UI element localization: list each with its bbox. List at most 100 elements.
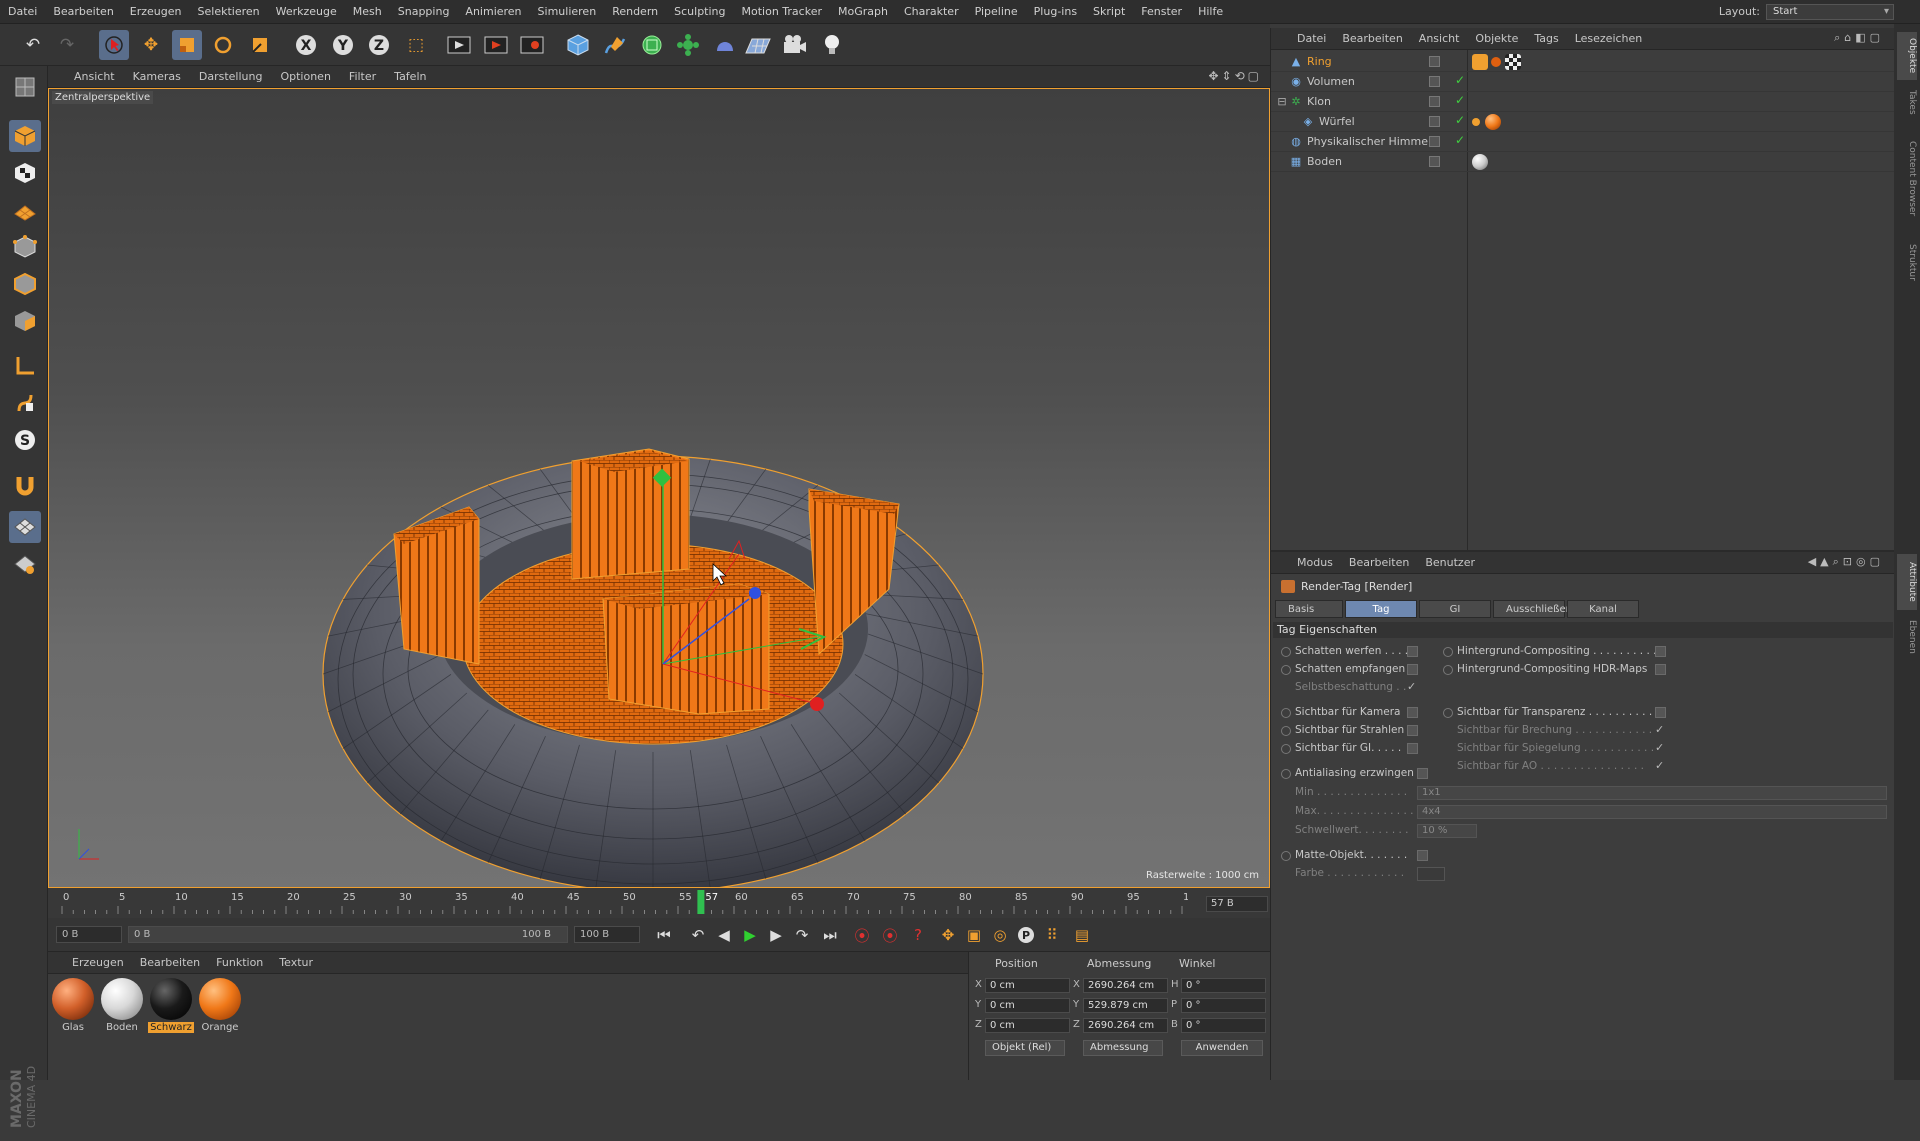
enabled-check-icon[interactable]: ✓ <box>1455 133 1465 147</box>
menu-hilfe[interactable]: Hilfe <box>1190 5 1231 18</box>
visibility-toggle[interactable] <box>1429 156 1440 167</box>
menu-bearbeiten[interactable]: Bearbeiten <box>45 5 121 18</box>
deformer-icon[interactable] <box>710 30 740 60</box>
texture-tag-icon[interactable] <box>1505 54 1521 70</box>
model-mode-icon[interactable] <box>9 120 41 152</box>
strip-tab-takes[interactable]: Takes <box>1897 84 1917 120</box>
seen-by-ao-checkbox[interactable]: ✓ <box>1655 759 1664 772</box>
object-row-boden[interactable]: ▦ Boden <box>1271 152 1895 172</box>
subdivision-icon[interactable] <box>637 30 667 60</box>
phong-tag-icon[interactable] <box>1491 57 1501 67</box>
enabled-check-icon[interactable]: ✓ <box>1455 93 1465 107</box>
strip-tab-objekte[interactable]: Objekte <box>1897 32 1917 80</box>
play-icon[interactable]: ▶ <box>738 924 762 946</box>
viewport-menu-kameras[interactable]: Kameras <box>124 70 190 83</box>
visibility-toggle[interactable] <box>1429 116 1440 127</box>
position-x-field[interactable]: 0 cm <box>985 978 1070 993</box>
polygons-mode-icon[interactable] <box>9 305 41 337</box>
render-settings-icon[interactable] <box>517 30 547 60</box>
magnet-icon[interactable] <box>9 469 41 501</box>
material-menu-erzeugen[interactable]: Erzeugen <box>48 956 132 969</box>
tab-tag[interactable]: Tag <box>1345 600 1417 618</box>
enabled-check-icon[interactable]: ✓ <box>1455 73 1465 87</box>
material-menu-bearbeiten[interactable]: Bearbeiten <box>132 956 208 969</box>
enabled-check-icon[interactable]: ✓ <box>1455 113 1465 127</box>
tab-kanal[interactable]: Kanal <box>1567 600 1639 618</box>
menu-motion-tracker[interactable]: Motion Tracker <box>734 5 830 18</box>
force-antialiasing-checkbox[interactable] <box>1417 768 1428 779</box>
angle-p-field[interactable]: 0 ° <box>1181 998 1266 1013</box>
tweak-mode-icon[interactable] <box>9 387 41 419</box>
object-menu-bearbeiten[interactable]: Bearbeiten <box>1334 32 1410 45</box>
seen-by-gi-checkbox[interactable] <box>1407 743 1418 754</box>
strip-tab-struktur[interactable]: Struktur <box>1897 238 1917 286</box>
planar-workplane-icon[interactable] <box>9 548 41 580</box>
position-y-field[interactable]: 0 cm <box>985 998 1070 1013</box>
timeline-ruler[interactable]: 0 5 10 15 20 25 30 35 40 45 50 55 57 60 65 70 75 80 85 90 95… <box>48 888 1270 918</box>
menu-datei[interactable]: Datei <box>0 5 45 18</box>
material-tag-icon[interactable] <box>1485 114 1501 130</box>
autokey-icon[interactable]: ⦿ <box>878 924 902 946</box>
aa-min-dropdown[interactable]: 1x1 <box>1417 786 1887 800</box>
visibility-toggle[interactable] <box>1429 56 1440 67</box>
viewport-menu-darstellung[interactable]: Darstellung <box>190 70 272 83</box>
color-swatch[interactable] <box>1417 867 1445 881</box>
key-scale-icon[interactable]: ▣ <box>962 924 986 946</box>
visibility-toggle[interactable] <box>1429 76 1440 87</box>
material-tag-icon[interactable] <box>1472 154 1488 170</box>
axis-z-button[interactable]: Z <box>364 30 394 60</box>
menu-selektieren[interactable]: Selektieren <box>190 5 268 18</box>
undo-icon[interactable]: ↶ <box>18 30 48 60</box>
move-icon[interactable]: ✥ <box>136 30 166 60</box>
menu-werkzeuge[interactable]: Werkzeuge <box>268 5 345 18</box>
animation-dot-icon[interactable] <box>1443 708 1453 718</box>
scale-icon[interactable] <box>172 30 202 60</box>
strip-tab-attribute[interactable]: Attribute <box>1897 554 1917 610</box>
previous-frame-icon[interactable]: ◀ <box>712 924 736 946</box>
material-boden[interactable]: Boden <box>99 978 145 1033</box>
strip-tab-ebenen[interactable]: Ebenen <box>1897 614 1917 660</box>
position-z-field[interactable]: 0 cm <box>985 1018 1070 1033</box>
menu-plugins[interactable]: Plug-ins <box>1026 5 1085 18</box>
size-mode-dropdown[interactable]: Abmessung <box>1083 1040 1163 1056</box>
object-row-physical-sky[interactable]: ◍ Physikalischer Himmel ✓ <box>1271 132 1895 152</box>
seen-by-camera-checkbox[interactable] <box>1407 707 1418 718</box>
attribute-navigation-icon[interactable]: ◀▲⌕⊡◎▢ <box>1808 555 1884 569</box>
material-orange[interactable]: Orange <box>197 978 243 1033</box>
timeline-layout-icon[interactable]: ▤ <box>1070 924 1094 946</box>
keyframe-selection-icon[interactable]: ? <box>906 924 930 946</box>
light-bulb-icon[interactable] <box>817 30 847 60</box>
floor-scene-icon[interactable] <box>743 30 773 60</box>
viewport-3d[interactable]: Zentralperspektive Rasterweite : 1000 cm <box>48 88 1270 888</box>
key-rotation-icon[interactable]: ◎ <box>988 924 1012 946</box>
goto-start-icon[interactable]: ⏮ <box>652 924 676 946</box>
viewport-menu-tafeln[interactable]: Tafeln <box>385 70 435 83</box>
layout-dropdown[interactable]: Start <box>1766 3 1894 20</box>
rotate-icon[interactable] <box>208 30 238 60</box>
workplane-icon[interactable] <box>9 194 41 226</box>
size-x-field[interactable]: 2690.264 cm <box>1083 978 1168 993</box>
key-parameter-icon[interactable]: P <box>1014 924 1038 946</box>
timeline-playhead[interactable] <box>697 890 705 914</box>
bg-compositing-checkbox[interactable] <box>1655 646 1666 657</box>
apply-button[interactable]: Anwenden <box>1181 1040 1263 1056</box>
material-schwarz[interactable]: Schwarz <box>148 978 194 1033</box>
strip-tab-content-browser[interactable]: Content Browser <box>1897 124 1917 234</box>
key-position-icon[interactable]: ✥ <box>936 924 960 946</box>
render-picture-viewer-icon[interactable] <box>481 30 511 60</box>
menu-charakter[interactable]: Charakter <box>896 5 967 18</box>
receive-shadows-checkbox[interactable] <box>1407 664 1418 675</box>
coordinate-system-icon[interactable]: ⬚ <box>401 30 431 60</box>
object-menu-lesezeichen[interactable]: Lesezeichen <box>1567 32 1651 45</box>
edges-mode-icon[interactable] <box>9 268 41 300</box>
menu-skript[interactable]: Skript <box>1085 5 1133 18</box>
material-menu-textur[interactable]: Textur <box>271 956 321 969</box>
menu-sculpting[interactable]: Sculpting <box>666 5 733 18</box>
preview-range-slider[interactable]: 0 B 100 B <box>128 926 568 943</box>
object-menu-objekte[interactable]: Objekte <box>1467 32 1526 45</box>
menu-fenster[interactable]: Fenster <box>1133 5 1190 18</box>
menu-rendern[interactable]: Rendern <box>604 5 666 18</box>
snap-icon[interactable]: S <box>9 424 41 456</box>
aa-threshold-field[interactable]: 10 % <box>1417 824 1477 838</box>
material-menu-funktion[interactable]: Funktion <box>208 956 271 969</box>
